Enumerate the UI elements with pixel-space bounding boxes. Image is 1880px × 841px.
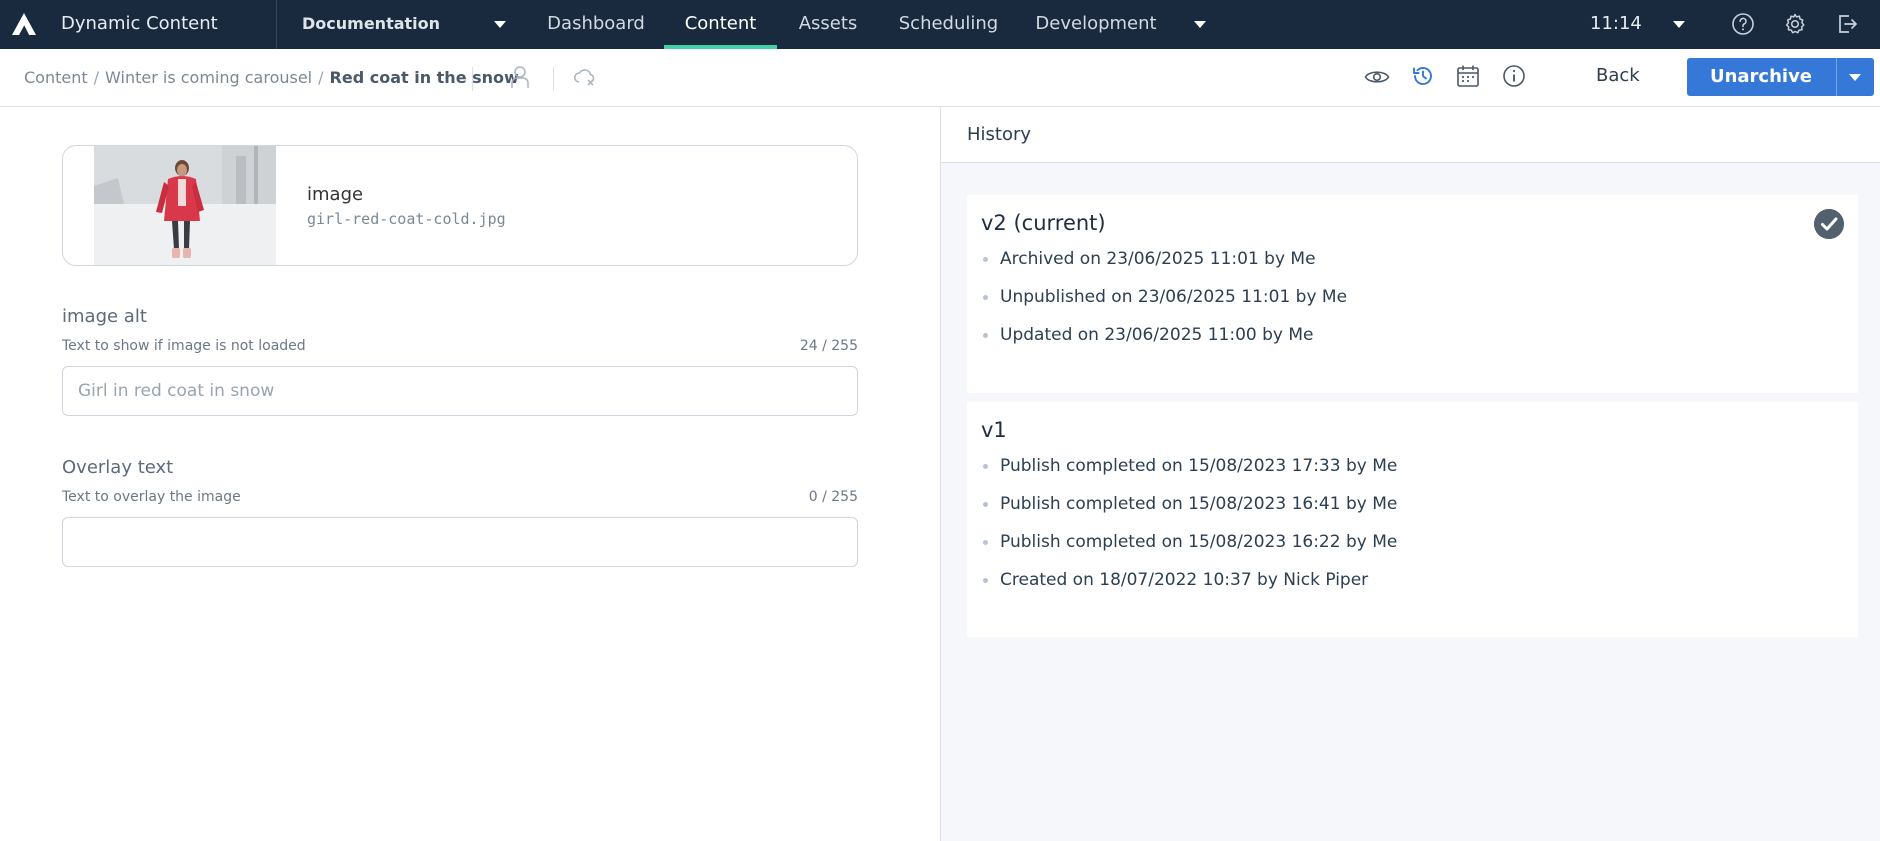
back-button[interactable]: Back [1596, 65, 1640, 86]
history-entry: Publish completed on 15/08/2023 17:33 by… [967, 456, 1397, 494]
history-icon[interactable] [1410, 63, 1436, 89]
snow-photo-image [94, 146, 276, 265]
settings-icon[interactable] [1783, 12, 1807, 36]
overlay-text-char-count: 0 / 255 [808, 489, 858, 505]
calendar-icon[interactable] [1455, 63, 1481, 89]
history-entry: Publish completed on 15/08/2023 16:22 by… [967, 532, 1397, 570]
image-alt-input[interactable] [62, 366, 858, 416]
divider [553, 67, 554, 91]
clock-time: 11:14 [1590, 13, 1642, 34]
chevron-down-icon[interactable] [1849, 74, 1861, 81]
logout-icon[interactable] [1835, 12, 1859, 36]
version-card-v2: v2 (current) Archived on 23/06/2025 11:0… [967, 195, 1858, 393]
history-panel: History v2 (current) Archived on 23/06/2… [940, 107, 1880, 841]
info-icon[interactable] [1501, 63, 1527, 89]
breadcrumb-item-carousel[interactable]: Winter is coming carousel [105, 68, 312, 87]
chevron-down-icon[interactable] [494, 21, 506, 28]
breadcrumb-item-content[interactable]: Content [24, 68, 88, 87]
version-title: v2 (current) [981, 211, 1106, 235]
version-event-list: Archived on 23/06/2025 11:01 by Me Unpub… [967, 249, 1347, 363]
tab-label: Scheduling [898, 13, 999, 34]
tab-scheduling[interactable]: Scheduling [879, 0, 1018, 49]
help-icon[interactable] [1731, 12, 1755, 36]
tab-development[interactable]: Development [1018, 0, 1174, 49]
chevron-down-icon[interactable] [1194, 21, 1206, 28]
content-editor-panel: image girl-red-coat-cold.jpg image alt T… [0, 107, 940, 841]
history-entry: Updated on 23/06/2025 11:00 by Me [967, 325, 1347, 363]
breadcrumb-item-current: Red coat in the snow [329, 68, 519, 87]
top-navigation-bar: Dynamic Content Documentation Dashboard … [0, 0, 1880, 49]
current-version-check-icon [1814, 209, 1844, 239]
overlay-text-label: Overlay text [62, 457, 174, 478]
image-thumbnail[interactable] [94, 146, 276, 265]
tab-assets[interactable]: Assets [777, 0, 879, 49]
version-title: v1 [981, 418, 1007, 442]
hub-selector[interactable]: Documentation [302, 14, 440, 33]
cloud-off-icon[interactable] [572, 64, 598, 90]
unarchive-button[interactable]: Unarchive [1687, 66, 1835, 87]
history-entry: Unpublished on 23/06/2025 11:01 by Me [967, 287, 1347, 325]
divider [472, 67, 473, 91]
history-entry: Publish completed on 15/08/2023 16:41 by… [967, 494, 1397, 532]
divider [276, 0, 277, 49]
breadcrumb: Content / Winter is coming carousel / Red co… [24, 68, 519, 87]
tab-label: Development [1035, 13, 1157, 34]
image-filename: girl-red-coat-cold.jpg [307, 210, 506, 228]
history-title: History [967, 124, 1032, 145]
version-card-v1: v1 Publish completed on 15/08/2023 17:33… [967, 402, 1858, 637]
image-alt-label: image alt [62, 306, 147, 327]
tab-label: Assets [798, 13, 858, 34]
overlay-text-help-text: Text to overlay the image [62, 489, 241, 505]
app-name: Dynamic Content [61, 13, 218, 34]
image-field-card[interactable]: image girl-red-coat-cold.jpg [62, 145, 858, 266]
content-toolbar: Content / Winter is coming carousel / Red co… [0, 49, 1880, 107]
history-entry: Archived on 23/06/2025 11:01 by Me [967, 249, 1347, 287]
chevron-down-icon[interactable] [1673, 21, 1685, 28]
unarchive-split-button: Unarchive [1687, 58, 1874, 96]
tab-label: Content [684, 13, 757, 34]
divider [1836, 58, 1837, 96]
user-icon[interactable] [507, 64, 533, 90]
version-event-list: Publish completed on 15/08/2023 17:33 by… [967, 456, 1397, 608]
image-alt-char-count: 24 / 255 [799, 338, 858, 354]
history-panel-header: History [941, 107, 1880, 163]
tab-content[interactable]: Content [664, 0, 777, 49]
image-field-title: image [307, 184, 364, 205]
image-alt-help-text: Text to show if image is not loaded [62, 338, 306, 354]
amplience-logo-icon[interactable] [10, 11, 38, 37]
tab-label: Dashboard [547, 13, 645, 34]
history-entry: Created on 18/07/2022 10:37 by Nick Pipe… [967, 570, 1397, 608]
overlay-text-input[interactable] [62, 517, 858, 567]
preview-eye-icon[interactable] [1364, 64, 1390, 90]
tab-dashboard[interactable]: Dashboard [528, 0, 664, 49]
